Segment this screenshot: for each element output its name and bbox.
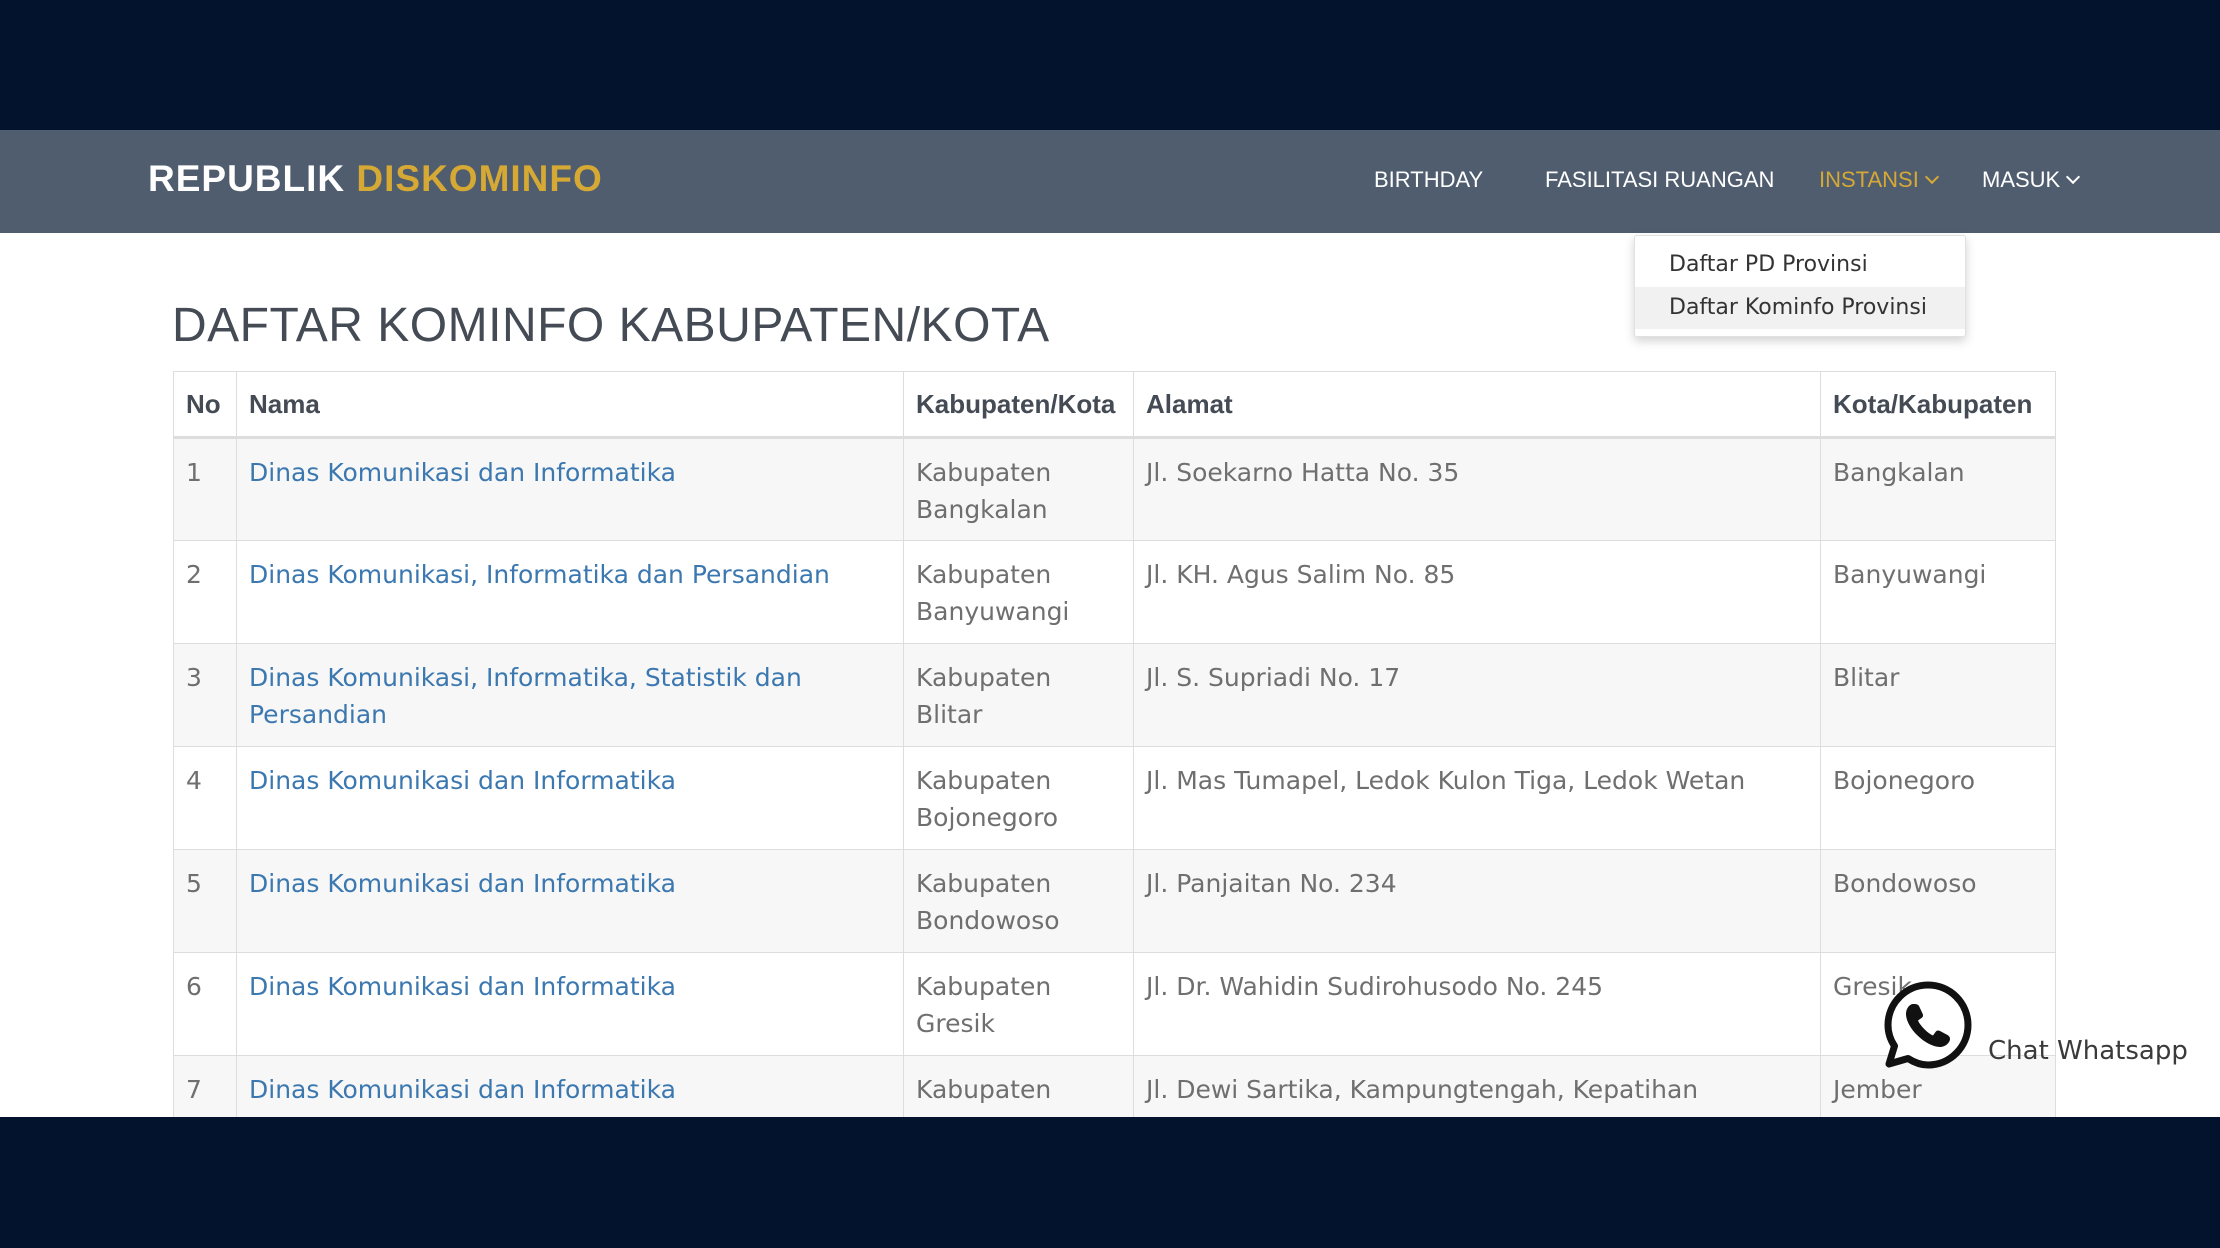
cell-alamat: Jl. Panjaitan No. 234	[1133, 849, 1821, 953]
kab-name: Gresik	[916, 1009, 995, 1038]
kab-prefix: Kabupaten	[916, 766, 1052, 795]
col-header-alamat: Alamat	[1133, 371, 1821, 439]
cell-no: 2	[173, 540, 237, 644]
cell-no: 5	[173, 849, 237, 953]
kab-name: Bondowoso	[916, 906, 1060, 935]
nama-link[interactable]: Dinas Komunikasi, Informatika, Statistik…	[249, 663, 802, 729]
cell-kabupaten: Kabupaten Gresik	[903, 952, 1134, 1056]
col-header-nama: Nama	[236, 371, 904, 439]
nav-label: BIRTHDAY	[1374, 167, 1484, 192]
nama-link[interactable]: Dinas Komunikasi, Informatika dan Persan…	[249, 560, 830, 589]
cell-nama: Dinas Komunikasi dan Informatika	[236, 437, 904, 541]
nav-label: MASUK	[1982, 167, 2061, 192]
instansi-dropdown-menu: Daftar PD Provinsi Daftar Kominfo Provin…	[1634, 235, 1966, 337]
cell-kabupaten: Kabupaten Bondowoso	[903, 849, 1134, 953]
cell-no: 3	[173, 643, 237, 747]
table-row: 1 Dinas Komunikasi dan Informatika Kabup…	[173, 437, 2056, 541]
browser-viewport: REPUBLIK DISKOMINFO BIRTHDAY FASILITASI …	[0, 130, 2220, 1117]
cell-no: 4	[173, 746, 237, 850]
kab-name: Banyuwangi	[916, 597, 1070, 626]
cell-nama: Dinas Komunikasi dan Informatika	[236, 849, 904, 953]
kab-prefix: Kabupaten	[916, 869, 1052, 898]
cell-kota: Blitar	[1820, 643, 2056, 747]
nav-fasilitasi-ruangan[interactable]: FASILITASI RUANGAN	[1545, 167, 1774, 193]
dropdown-item-daftar-pd-provinsi[interactable]: Daftar PD Provinsi	[1635, 244, 1965, 286]
kab-prefix: Kabupaten	[916, 1075, 1052, 1104]
cell-alamat: Jl. KH. Agus Salim No. 85	[1133, 540, 1821, 644]
cell-no: 7	[173, 1055, 237, 1117]
cell-alamat: Jl. Soekarno Hatta No. 35	[1133, 437, 1821, 541]
whatsapp-icon[interactable]	[1883, 980, 1973, 1070]
nav-masuk[interactable]: MASUK	[1982, 167, 2081, 193]
nama-link[interactable]: Dinas Komunikasi dan Informatika	[249, 869, 676, 898]
table-row: 6 Dinas Komunikasi dan Informatika Kabup…	[173, 952, 2056, 1056]
table-row: 3 Dinas Komunikasi, Informatika, Statist…	[173, 643, 2056, 747]
cell-no: 1	[173, 437, 237, 541]
cell-alamat: Jl. Mas Tumapel, Ledok Kulon Tiga, Ledok…	[1133, 746, 1821, 850]
nama-link[interactable]: Dinas Komunikasi dan Informatika	[249, 972, 676, 1001]
kab-prefix: Kabupaten	[916, 560, 1052, 589]
cell-alamat: Jl. Dr. Wahidin Sudirohusodo No. 245	[1133, 952, 1821, 1056]
cell-nama: Dinas Komunikasi dan Informatika	[236, 952, 904, 1056]
cell-nama: Dinas Komunikasi, Informatika, Statistik…	[236, 643, 904, 747]
table-row: 5 Dinas Komunikasi dan Informatika Kabup…	[173, 849, 2056, 953]
table-row: 7 Dinas Komunikasi dan Informatika Kabup…	[173, 1055, 2056, 1117]
kominfo-table: No Nama Kabupaten/Kota Alamat Kota/Kabup…	[173, 371, 2056, 1117]
cell-kota: Bojonegoro	[1820, 746, 2056, 850]
cell-nama: Dinas Komunikasi dan Informatika	[236, 1055, 904, 1117]
cell-kabupaten: Kabupaten	[903, 1055, 1134, 1117]
kab-prefix: Kabupaten	[916, 663, 1052, 692]
brand-part2: DISKOMINFO	[356, 158, 603, 199]
nav-label: FASILITASI RUANGAN	[1545, 167, 1775, 192]
table-row: 2 Dinas Komunikasi, Informatika dan Pers…	[173, 540, 2056, 644]
cell-alamat: Jl. S. Supriadi No. 17	[1133, 643, 1821, 747]
nama-link[interactable]: Dinas Komunikasi dan Informatika	[249, 1075, 676, 1104]
nama-link[interactable]: Dinas Komunikasi dan Informatika	[249, 458, 676, 487]
cell-nama: Dinas Komunikasi, Informatika dan Persan…	[236, 540, 904, 644]
kab-name: Blitar	[916, 700, 983, 729]
brand-part1: REPUBLIK	[148, 158, 346, 199]
brand-logo[interactable]: REPUBLIK DISKOMINFO	[148, 158, 603, 200]
screen-frame: REPUBLIK DISKOMINFO BIRTHDAY FASILITASI …	[0, 0, 2220, 1248]
cell-kota: Bangkalan	[1820, 437, 2056, 541]
cell-kota: Bondowoso	[1820, 849, 2056, 953]
dropdown-item-daftar-kominfo-provinsi[interactable]: Daftar Kominfo Provinsi	[1635, 287, 1965, 329]
cell-nama: Dinas Komunikasi dan Informatika	[236, 746, 904, 850]
nav-instansi[interactable]: INSTANSI	[1819, 167, 1939, 193]
cell-kabupaten: Kabupaten Banyuwangi	[903, 540, 1134, 644]
page-title: DAFTAR KOMINFO KABUPATEN/KOTA	[172, 299, 1050, 352]
cell-no: 6	[173, 952, 237, 1056]
kab-prefix: Kabupaten	[916, 972, 1052, 1001]
nav-label: INSTANSI	[1819, 167, 1919, 192]
table-row: 4 Dinas Komunikasi dan Informatika Kabup…	[173, 746, 2056, 850]
col-header-no: No	[173, 371, 237, 439]
col-header-kota-kabupaten: Kota/Kabupaten	[1820, 371, 2056, 439]
cell-alamat: Jl. Dewi Sartika, Kampungtengah, Kepatih…	[1133, 1055, 1821, 1117]
col-header-kabupaten-kota: Kabupaten/Kota	[903, 371, 1134, 439]
kab-prefix: Kabupaten	[916, 458, 1052, 487]
kab-name: Bangkalan	[916, 495, 1048, 524]
table-header-row: No Nama Kabupaten/Kota Alamat Kota/Kabup…	[173, 371, 2056, 439]
navbar: REPUBLIK DISKOMINFO BIRTHDAY FASILITASI …	[0, 130, 2220, 233]
nav-birthday[interactable]: BIRTHDAY	[1374, 167, 1483, 193]
cell-kabupaten: Kabupaten Bangkalan	[903, 437, 1134, 541]
kab-name: Bojonegoro	[916, 803, 1059, 832]
whatsapp-chat-label[interactable]: Chat Whatsapp	[1988, 1036, 2188, 1066]
chevron-down-icon	[1924, 169, 1939, 185]
cell-kota: Banyuwangi	[1820, 540, 2056, 644]
cell-kabupaten: Kabupaten Bojonegoro	[903, 746, 1134, 850]
nama-link[interactable]: Dinas Komunikasi dan Informatika	[249, 766, 676, 795]
cell-kabupaten: Kabupaten Blitar	[903, 643, 1134, 747]
chevron-down-icon	[2066, 169, 2081, 185]
